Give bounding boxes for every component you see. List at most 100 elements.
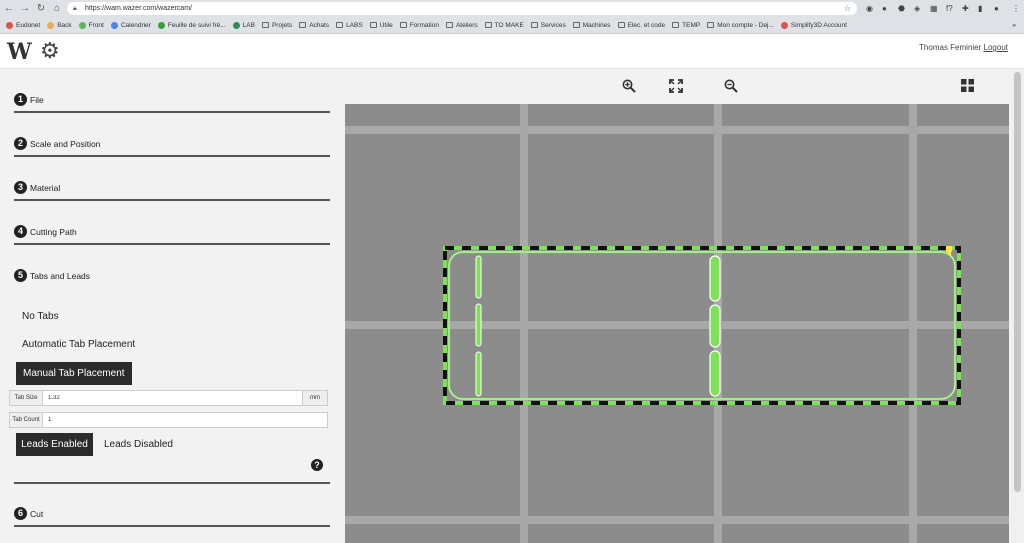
section-cutting-path[interactable]: 4 Cutting Path [14, 201, 330, 245]
tab-size-field: Tab Size mm [9, 390, 328, 406]
zoom-in-icon[interactable] [622, 79, 636, 93]
bookmark-item[interactable]: Simplify3D Account [780, 21, 847, 29]
section-tabs-leads[interactable]: 5 Tabs and Leads [14, 245, 330, 289]
tab-count-label: Tab Count [10, 413, 43, 427]
user-name: Thomas Feminier [919, 43, 982, 52]
bookmark-label: Simplify3D Account [790, 21, 847, 29]
tab-size-label: Tab Size [10, 391, 43, 405]
step-number: 1 [14, 93, 27, 106]
section-material[interactable]: 3 Material [14, 157, 330, 201]
opera-icon[interactable]: ◉ [866, 3, 873, 14]
pinterest-icon[interactable]: ● [882, 3, 887, 14]
adblock-icon[interactable]: ⬣ [898, 3, 905, 14]
automatic-tab-option[interactable]: Automatic Tab Placement [22, 339, 135, 350]
scrollbar-thumb[interactable] [1014, 72, 1021, 492]
bookmark-item[interactable]: Achats [299, 22, 329, 29]
profile-icon[interactable]: ● [994, 3, 999, 14]
wazer-logo[interactable]: W [7, 39, 32, 65]
back-arrow-icon[interactable]: ← [4, 3, 14, 14]
address-bar[interactable]: 🔒︎ https://wam.wazer.com/wazercam/ ☆ [67, 2, 857, 15]
leads-disabled-button[interactable]: Leads Disabled [104, 439, 173, 450]
bookmark-item[interactable]: Formation [399, 21, 439, 29]
grid-line [345, 126, 1009, 134]
fit-screen-icon[interactable] [669, 79, 683, 93]
bookmark-label: Machines [582, 21, 611, 29]
bookmark-label: Formation [409, 21, 439, 29]
lock-icon: 🔒︎ [73, 5, 77, 12]
section-file[interactable]: 1 File [14, 69, 330, 113]
font-icon[interactable]: f? [946, 3, 953, 14]
leads-enabled-button[interactable]: Leads Enabled [16, 433, 93, 456]
bookmark-label: LAB [242, 21, 255, 29]
site-favicon-icon [780, 21, 788, 29]
bookmark-item[interactable]: LABS [336, 22, 363, 29]
bookmark-label: Feuille de suivi fré... [167, 21, 226, 29]
color-picker-icon[interactable]: ▦ [930, 3, 938, 14]
cam-canvas[interactable] [345, 104, 1009, 543]
bookmark-label: Calendrier [120, 21, 151, 29]
tab-markers [475, 255, 721, 397]
zoom-out-icon[interactable] [724, 79, 738, 93]
bookmark-item[interactable]: Front [78, 21, 104, 29]
section-cut[interactable]: 6 Cut [14, 483, 330, 527]
bookmark-item[interactable]: Calendrier [110, 21, 151, 29]
no-tabs-option[interactable]: No Tabs [22, 311, 59, 322]
tab-count-input[interactable] [48, 413, 318, 427]
puzzle-icon[interactable]: ✚ [962, 3, 969, 14]
site-favicon-icon [157, 21, 165, 29]
extension-icon[interactable]: ◈ [914, 3, 920, 14]
tab-size-input[interactable] [48, 391, 298, 405]
bookmark-item[interactable]: Elec. et code [617, 21, 666, 29]
app-header: W ⚙ Thomas Feminier Logout [0, 34, 1024, 69]
bookmark-item[interactable]: Services [530, 22, 566, 29]
bookmark-label: Mon compte - Dej... [717, 21, 774, 29]
bookmark-item[interactable]: TEMP [672, 22, 700, 29]
step-number: 3 [14, 181, 27, 194]
forward-arrow-icon[interactable]: → [20, 3, 30, 14]
step-number: 2 [14, 137, 27, 150]
cut-part-preview[interactable] [443, 246, 961, 405]
folder-icon [299, 22, 307, 28]
manual-tab-option[interactable]: Manual Tab Placement [16, 362, 132, 385]
folder-icon [369, 22, 377, 28]
home-icon[interactable]: ⌂ [52, 3, 62, 14]
sidebar-icon[interactable]: ▮ [978, 3, 982, 14]
bookmark-item[interactable]: Eudonet [6, 21, 40, 29]
bookmark-label: Back [57, 21, 72, 29]
bookmark-item[interactable]: Mon compte - Dej... [707, 22, 774, 29]
bookmark-item[interactable]: Utile [369, 21, 393, 29]
gear-icon[interactable]: ⚙ [40, 38, 60, 64]
section-label: Cut [30, 509, 44, 519]
bookmark-item[interactable]: Ateliers [445, 21, 478, 29]
bookmark-label: Utile [379, 21, 393, 29]
bookmark-label: LABS [346, 21, 363, 29]
bookmark-star-icon[interactable]: ☆ [844, 2, 851, 15]
grid-view-icon[interactable] [961, 79, 974, 92]
menu-icon[interactable]: ⋮ [1012, 3, 1020, 14]
reload-icon[interactable]: ↻ [36, 3, 46, 14]
bookmark-label: Elec. et code [627, 21, 666, 29]
bookmark-item[interactable]: TO MAKE [484, 22, 524, 29]
bookmark-item[interactable]: LAB [232, 21, 255, 29]
folder-icon [399, 22, 407, 28]
site-favicon-icon [110, 21, 118, 29]
bookmark-item[interactable]: Back [47, 21, 72, 29]
section-label: Tabs and Leads [30, 271, 91, 281]
bookmark-label: Achats [309, 21, 330, 29]
section-scale-position[interactable]: 2 Scale and Position [14, 113, 330, 157]
bookmark-item[interactable]: Machines [572, 21, 611, 29]
bookmark-label: Ateliers [455, 21, 478, 29]
browser-chrome: ← → ↻ ⌂ 🔒︎ https://wam.wazer.com/wazerca… [0, 0, 1024, 34]
bookmark-item[interactable]: Projets [261, 22, 292, 29]
bookmark-label: Front [88, 21, 104, 29]
grid-line [345, 516, 1009, 524]
bookmark-item[interactable]: Feuille de suivi fré... [157, 21, 226, 29]
bookmarks-overflow[interactable]: » [1012, 22, 1024, 29]
bookmark-label: TEMP [682, 21, 701, 29]
folder-icon [445, 22, 453, 28]
logout-link[interactable]: Logout [984, 43, 1008, 52]
help-icon[interactable]: ? [311, 459, 323, 471]
sidebar: 1 File 2 Scale and Position 3 Material 4… [0, 69, 345, 543]
section-label: Cutting Path [30, 227, 77, 237]
section-label: Scale and Position [30, 139, 101, 149]
